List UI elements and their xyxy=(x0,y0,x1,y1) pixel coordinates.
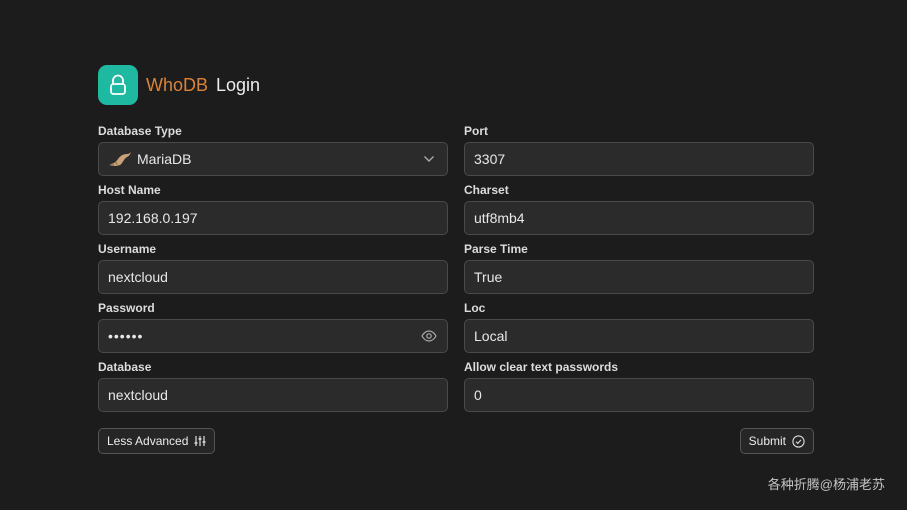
less-advanced-button[interactable]: Less Advanced xyxy=(98,428,216,454)
parse-time-label: Parse Time xyxy=(464,242,528,256)
lock-icon xyxy=(98,65,138,105)
username-value: nextcloud xyxy=(108,269,168,285)
page-title: Login xyxy=(216,74,261,95)
allow-clear-text-input[interactable]: 0 xyxy=(464,378,814,412)
port-label: Port xyxy=(464,124,488,138)
database-type-field: Database Type MariaDB xyxy=(98,123,448,182)
host-name-field: Host Name 192.168.0.197 xyxy=(98,182,448,241)
database-label: Database xyxy=(98,360,152,374)
host-name-input[interactable]: 192.168.0.197 xyxy=(98,201,448,235)
brand-name: WhoDB xyxy=(146,74,209,95)
port-field: Port 3307 xyxy=(464,123,814,182)
allow-clear-text-field: Allow clear text passwords 0 xyxy=(464,359,814,418)
password-field: Password •••••• xyxy=(98,300,448,359)
username-field: Username nextcloud xyxy=(98,241,448,300)
parse-time-input[interactable]: True xyxy=(464,260,814,294)
parse-time-value: True xyxy=(474,269,503,285)
database-input[interactable]: nextcloud xyxy=(98,378,448,412)
database-type-value: MariaDB xyxy=(137,151,192,167)
loc-value: Local xyxy=(474,328,508,344)
parse-time-field: Parse Time True xyxy=(464,241,814,300)
loc-field: Loc Local xyxy=(464,300,814,359)
submit-button[interactable]: Submit xyxy=(739,428,814,454)
login-page: WhoDB Login Database Type MariaDB Port 3… xyxy=(0,0,907,510)
chevron-down-icon[interactable] xyxy=(420,150,438,168)
port-input[interactable]: 3307 xyxy=(464,142,814,176)
loc-input[interactable]: Local xyxy=(464,319,814,353)
login-form: Database Type MariaDB Port 3307 Host Nam… xyxy=(98,123,814,418)
less-advanced-label: Less Advanced xyxy=(107,434,189,448)
check-circle-icon xyxy=(792,434,805,448)
charset-label: Charset xyxy=(464,183,509,197)
database-value: nextcloud xyxy=(108,387,168,403)
database-type-select[interactable]: MariaDB xyxy=(98,142,448,176)
form-actions: Less Advanced Submit xyxy=(98,428,814,454)
seal-icon xyxy=(108,151,132,167)
username-label: Username xyxy=(98,242,157,256)
password-input[interactable]: •••••• xyxy=(98,319,448,353)
host-name-label: Host Name xyxy=(98,183,161,197)
sliders-icon xyxy=(194,435,206,447)
database-field: Database nextcloud xyxy=(98,359,448,418)
allow-clear-text-value: 0 xyxy=(474,387,482,403)
allow-clear-text-label: Allow clear text passwords xyxy=(464,360,619,374)
password-label: Password xyxy=(98,301,155,315)
submit-label: Submit xyxy=(748,434,786,448)
watermark-text: 各种折腾@杨浦老苏 xyxy=(767,477,885,492)
charset-field: Charset utf8mb4 xyxy=(464,182,814,241)
password-value: •••••• xyxy=(108,328,144,344)
port-value: 3307 xyxy=(474,151,506,167)
charset-input[interactable]: utf8mb4 xyxy=(464,201,814,235)
username-input[interactable]: nextcloud xyxy=(98,260,448,294)
charset-value: utf8mb4 xyxy=(474,210,525,226)
header: WhoDB Login xyxy=(98,65,260,105)
host-name-value: 192.168.0.197 xyxy=(108,210,198,226)
loc-label: Loc xyxy=(464,301,486,315)
eye-icon[interactable] xyxy=(420,327,438,345)
database-type-label: Database Type xyxy=(98,124,182,138)
